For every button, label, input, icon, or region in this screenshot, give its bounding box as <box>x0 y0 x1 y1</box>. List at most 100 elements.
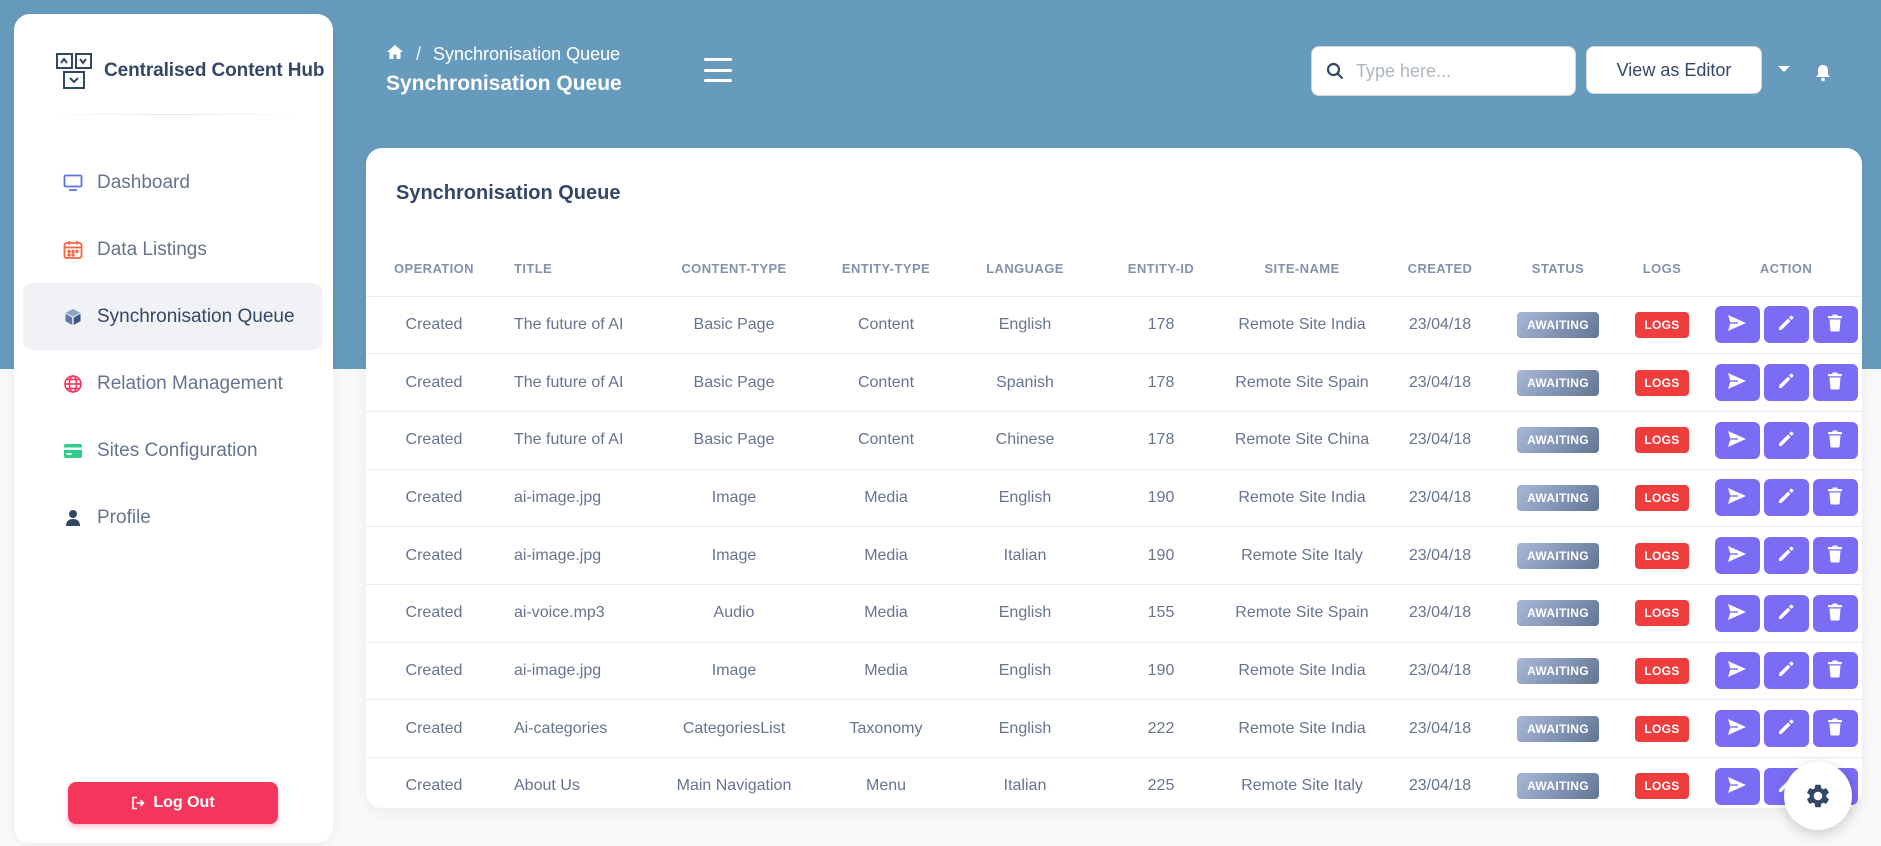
trash-icon <box>1827 603 1843 624</box>
column-header[interactable]: ACTION <box>1710 241 1862 297</box>
cell-title: ai-image.jpg <box>502 469 650 528</box>
bell-icon[interactable] <box>1815 64 1831 87</box>
edit-button[interactable] <box>1763 594 1809 632</box>
logs-badge[interactable]: LOGS <box>1635 542 1689 569</box>
send-icon <box>1727 660 1747 681</box>
pencil-icon <box>1777 372 1795 393</box>
cell-language: Italian <box>954 526 1096 585</box>
cell-logs: LOGS <box>1614 642 1710 701</box>
cell-content-type: CategoriesList <box>650 699 818 758</box>
send-button[interactable] <box>1714 537 1760 575</box>
status-badge: AWAITING <box>1517 369 1599 396</box>
table-row: Created The future of AI Basic Page Content… <box>366 353 1862 412</box>
send-button[interactable] <box>1714 364 1760 402</box>
logs-badge[interactable]: LOGS <box>1635 657 1689 684</box>
edit-button[interactable] <box>1763 421 1809 459</box>
logout-button[interactable]: Log Out <box>68 782 278 824</box>
send-button[interactable] <box>1714 421 1760 459</box>
cell-site-name: Remote Site India <box>1226 699 1378 758</box>
brand[interactable]: Centralised Content Hub <box>54 46 325 96</box>
breadcrumb: / Synchronisation Queue <box>386 44 620 65</box>
cell-language: English <box>954 296 1096 355</box>
delete-button[interactable] <box>1812 421 1858 459</box>
send-button[interactable] <box>1714 710 1760 748</box>
cell-content-type: Basic Page <box>650 411 818 470</box>
delete-button[interactable] <box>1812 306 1858 344</box>
send-icon <box>1727 776 1747 797</box>
home-icon[interactable] <box>386 44 404 65</box>
search-input[interactable] <box>1356 60 1556 82</box>
logs-badge[interactable]: LOGS <box>1635 484 1689 511</box>
cell-created: 23/04/18 <box>1378 757 1502 808</box>
column-header[interactable]: SITE-NAME <box>1226 241 1378 297</box>
edit-button[interactable] <box>1763 364 1809 402</box>
breadcrumb-separator: / <box>416 44 422 64</box>
delete-button[interactable] <box>1812 364 1858 402</box>
cell-language: Spanish <box>954 353 1096 412</box>
column-header[interactable]: CONTENT-TYPE <box>650 241 818 297</box>
delete-button[interactable] <box>1812 537 1858 575</box>
pencil-icon <box>1777 718 1795 739</box>
delete-button[interactable] <box>1812 652 1858 690</box>
send-button[interactable] <box>1714 767 1760 805</box>
status-badge: AWAITING <box>1517 484 1599 511</box>
cell-logs: LOGS <box>1614 353 1710 412</box>
cell-site-name: Remote Site Spain <box>1226 584 1378 643</box>
divider <box>44 114 304 115</box>
cell-status: AWAITING <box>1502 699 1614 758</box>
queue-card: Synchronisation Queue OPERATION TITLE CO… <box>366 148 1862 808</box>
edit-button[interactable] <box>1763 652 1809 690</box>
sidebar-item-dashboard[interactable]: Dashboard <box>23 149 323 216</box>
edit-button[interactable] <box>1763 306 1809 344</box>
logs-badge[interactable]: LOGS <box>1635 773 1689 800</box>
send-button[interactable] <box>1714 652 1760 690</box>
gear-icon[interactable] <box>1784 762 1852 830</box>
delete-button[interactable] <box>1812 710 1858 748</box>
logs-badge[interactable]: LOGS <box>1635 369 1689 396</box>
view-as-editor-button[interactable]: View as Editor <box>1586 46 1762 94</box>
cell-entity-type: Media <box>818 526 954 585</box>
column-header[interactable]: TITLE <box>502 241 650 297</box>
table-header-row: OPERATION TITLE CONTENT-TYPE ENTITY-TYPE… <box>366 241 1862 297</box>
column-header[interactable]: OPERATION <box>366 241 502 297</box>
sidebar-item-label: Synchronisation Queue <box>97 305 295 327</box>
cell-language: English <box>954 699 1096 758</box>
column-header[interactable]: STATUS <box>1502 241 1614 297</box>
edit-button[interactable] <box>1763 479 1809 517</box>
send-button[interactable] <box>1714 479 1760 517</box>
send-button[interactable] <box>1714 306 1760 344</box>
logs-badge[interactable]: LOGS <box>1635 311 1689 338</box>
sidebar-item-data-listings[interactable]: Data Listings <box>23 216 323 283</box>
sidebar: Centralised Content Hub Dashboard Data L… <box>14 14 333 843</box>
cell-created: 23/04/18 <box>1378 296 1502 355</box>
edit-button[interactable] <box>1763 710 1809 748</box>
cell-operation: Created <box>366 296 502 355</box>
edit-button[interactable] <box>1763 537 1809 575</box>
cell-status: AWAITING <box>1502 469 1614 528</box>
menu-toggle-icon[interactable] <box>704 58 732 82</box>
search-box[interactable] <box>1311 46 1576 96</box>
monitor-icon <box>63 173 83 193</box>
sidebar-item-sites-configuration[interactable]: Sites Configuration <box>23 417 323 484</box>
send-button[interactable] <box>1714 594 1760 632</box>
table-row: Created The future of AI Basic Page Content… <box>366 296 1862 355</box>
table-row: Created ai-image.jpg Image Media English 190 R… <box>366 642 1862 701</box>
column-header[interactable]: LANGUAGE <box>954 241 1096 297</box>
logs-badge[interactable]: LOGS <box>1635 600 1689 627</box>
sidebar-item-profile[interactable]: Profile <box>23 484 323 551</box>
cell-status: AWAITING <box>1502 353 1614 412</box>
cell-site-name: Remote Site India <box>1226 296 1378 355</box>
logs-badge[interactable]: LOGS <box>1635 427 1689 454</box>
logs-badge[interactable]: LOGS <box>1635 715 1689 742</box>
chevron-down-icon[interactable] <box>1778 66 1790 72</box>
column-header[interactable]: CREATED <box>1378 241 1502 297</box>
column-header[interactable]: LOGS <box>1614 241 1710 297</box>
sidebar-item-relation-management[interactable]: Relation Management <box>23 350 323 417</box>
cell-language: English <box>954 584 1096 643</box>
delete-button[interactable] <box>1812 594 1858 632</box>
column-header[interactable]: ENTITY-TYPE <box>818 241 954 297</box>
sidebar-item-synchronisation-queue[interactable]: Synchronisation Queue <box>23 283 323 350</box>
column-header[interactable]: ENTITY-ID <box>1096 241 1226 297</box>
page-title: Synchronisation Queue <box>386 72 622 95</box>
delete-button[interactable] <box>1812 479 1858 517</box>
